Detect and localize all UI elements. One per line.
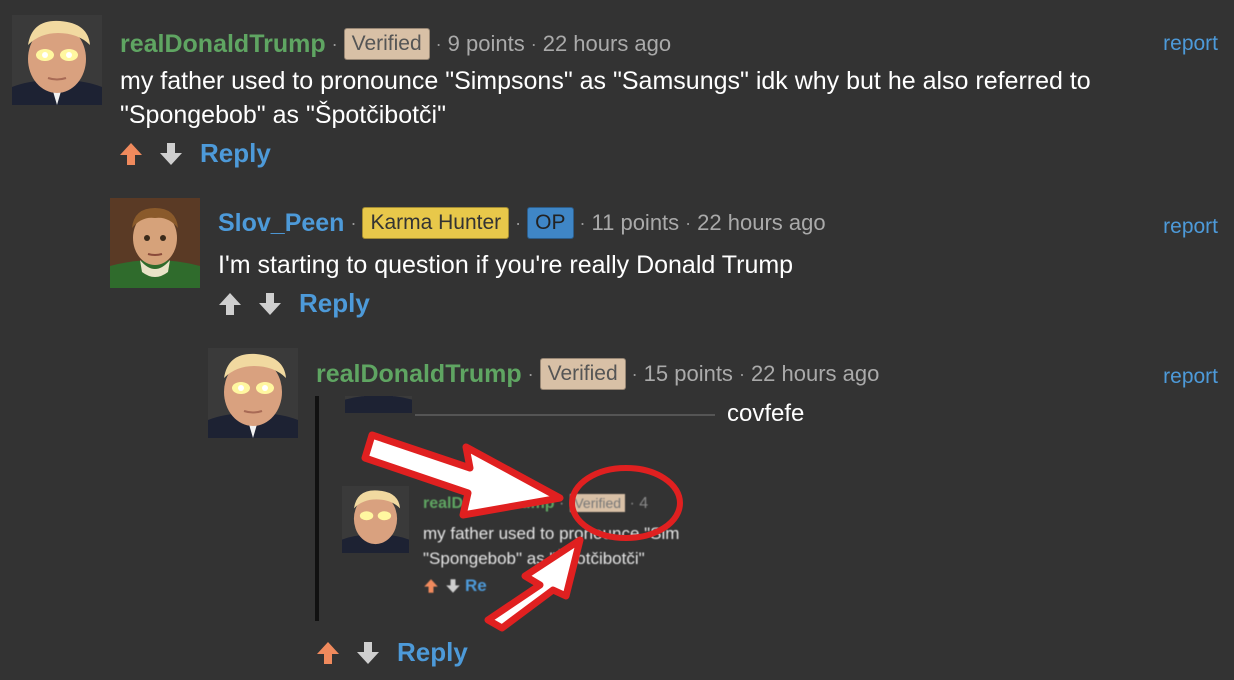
- trump-avatar-icon: [12, 15, 102, 105]
- downvote-arrow-icon[interactable]: [257, 291, 283, 317]
- avatar[interactable]: [12, 15, 102, 105]
- mini-points: 4: [639, 495, 649, 512]
- upvote-arrow-icon[interactable]: [118, 141, 144, 167]
- separator-dot: ·: [530, 33, 537, 54]
- embedded-screenshot: realDonaldTrump · Verified · 4 my father …: [315, 396, 735, 621]
- reply-link[interactable]: Reply: [200, 138, 271, 169]
- timestamp: 22 hours ago: [697, 210, 826, 235]
- mini-actions: Re: [423, 576, 487, 596]
- points-count: 11 points: [591, 210, 680, 235]
- comment-body-line: my father used to pronounce "Simpsons" a…: [120, 67, 1091, 95]
- separator-dot: ·: [331, 33, 338, 54]
- separator-dot: ·: [685, 212, 692, 233]
- author-link[interactable]: realDonaldTrump: [316, 360, 522, 389]
- report-link[interactable]: report: [1163, 32, 1218, 56]
- elf-avatar-icon: [110, 198, 200, 288]
- comment-meta: realDonaldTrump · Verified · 15 points ·…: [316, 358, 879, 390]
- author-link[interactable]: Slov_Peen: [218, 209, 344, 238]
- upvote-arrow-icon[interactable]: [217, 291, 243, 317]
- op-badge: OP: [527, 207, 574, 239]
- upvote-arrow-icon: [424, 579, 438, 593]
- thread-line: [315, 396, 319, 621]
- comment-meta: realDonaldTrump · Verified · 9 points · …: [120, 28, 671, 60]
- report-link[interactable]: report: [1163, 365, 1218, 389]
- mini-verified-badge: Verified: [570, 494, 626, 512]
- comment-actions: Reply: [217, 288, 370, 319]
- separator-dot: ·: [625, 495, 640, 512]
- reply-link[interactable]: Reply: [299, 288, 370, 319]
- verified-badge: Verified: [539, 358, 626, 390]
- author-link[interactable]: realDonaldTrump: [120, 30, 326, 59]
- downvote-arrow-icon[interactable]: [355, 640, 381, 666]
- mini-avatar: [342, 486, 409, 553]
- separator-dot: ·: [631, 363, 638, 384]
- separator-dot: ·: [527, 363, 534, 384]
- avatar[interactable]: [110, 198, 200, 288]
- comment-body: my father used to pronounce "Simpsons" a…: [120, 64, 1091, 132]
- mini-body-line: my father used to pronounce "Sim: [423, 524, 680, 543]
- mini-author: realDonaldTrump: [423, 495, 555, 512]
- separator-dot: ·: [738, 363, 745, 384]
- divider: [415, 414, 715, 416]
- comment-body-line: "Spongebob" as "Špotčibotči": [120, 101, 446, 129]
- trump-avatar-icon: [208, 348, 298, 438]
- timestamp: 22 hours ago: [542, 31, 672, 56]
- mini-avatar: [345, 396, 412, 413]
- report-link[interactable]: report: [1163, 215, 1218, 239]
- timestamp: 22 hours ago: [750, 361, 880, 386]
- avatar[interactable]: [208, 348, 298, 438]
- separator-dot: ·: [554, 495, 565, 512]
- comment-meta: Slov_Peen · Karma Hunter · OP · 11 point…: [218, 207, 826, 239]
- points-count: 9 points: [447, 31, 525, 56]
- verified-badge: Verified: [343, 28, 430, 60]
- karma-hunter-badge: Karma Hunter: [362, 207, 510, 239]
- comment-body: covfefe: [727, 400, 805, 427]
- comment-body: I'm starting to question if you're reall…: [218, 251, 794, 279]
- separator-dot: ·: [350, 212, 357, 233]
- downvote-arrow-icon[interactable]: [158, 141, 184, 167]
- mini-body-line: "Spongebob" as "Špotčibotči": [423, 549, 645, 568]
- comment-actions: Reply: [315, 637, 468, 668]
- points-count: 15 points: [643, 361, 733, 386]
- mini-reply: Re: [465, 576, 487, 595]
- separator-dot: ·: [579, 212, 586, 233]
- trump-avatar-icon: [342, 486, 409, 553]
- separator-dot: ·: [515, 212, 522, 233]
- trump-avatar-icon: [345, 396, 412, 413]
- mini-comment-body: my father used to pronounce "Sim "Sponge…: [423, 521, 679, 571]
- comment-actions: Reply: [118, 138, 271, 169]
- mini-comment-meta: realDonaldTrump · Verified · 4: [423, 494, 648, 513]
- separator-dot: ·: [435, 33, 442, 54]
- reply-link[interactable]: Reply: [397, 637, 468, 668]
- upvote-arrow-icon[interactable]: [315, 640, 341, 666]
- downvote-arrow-icon: [446, 579, 460, 593]
